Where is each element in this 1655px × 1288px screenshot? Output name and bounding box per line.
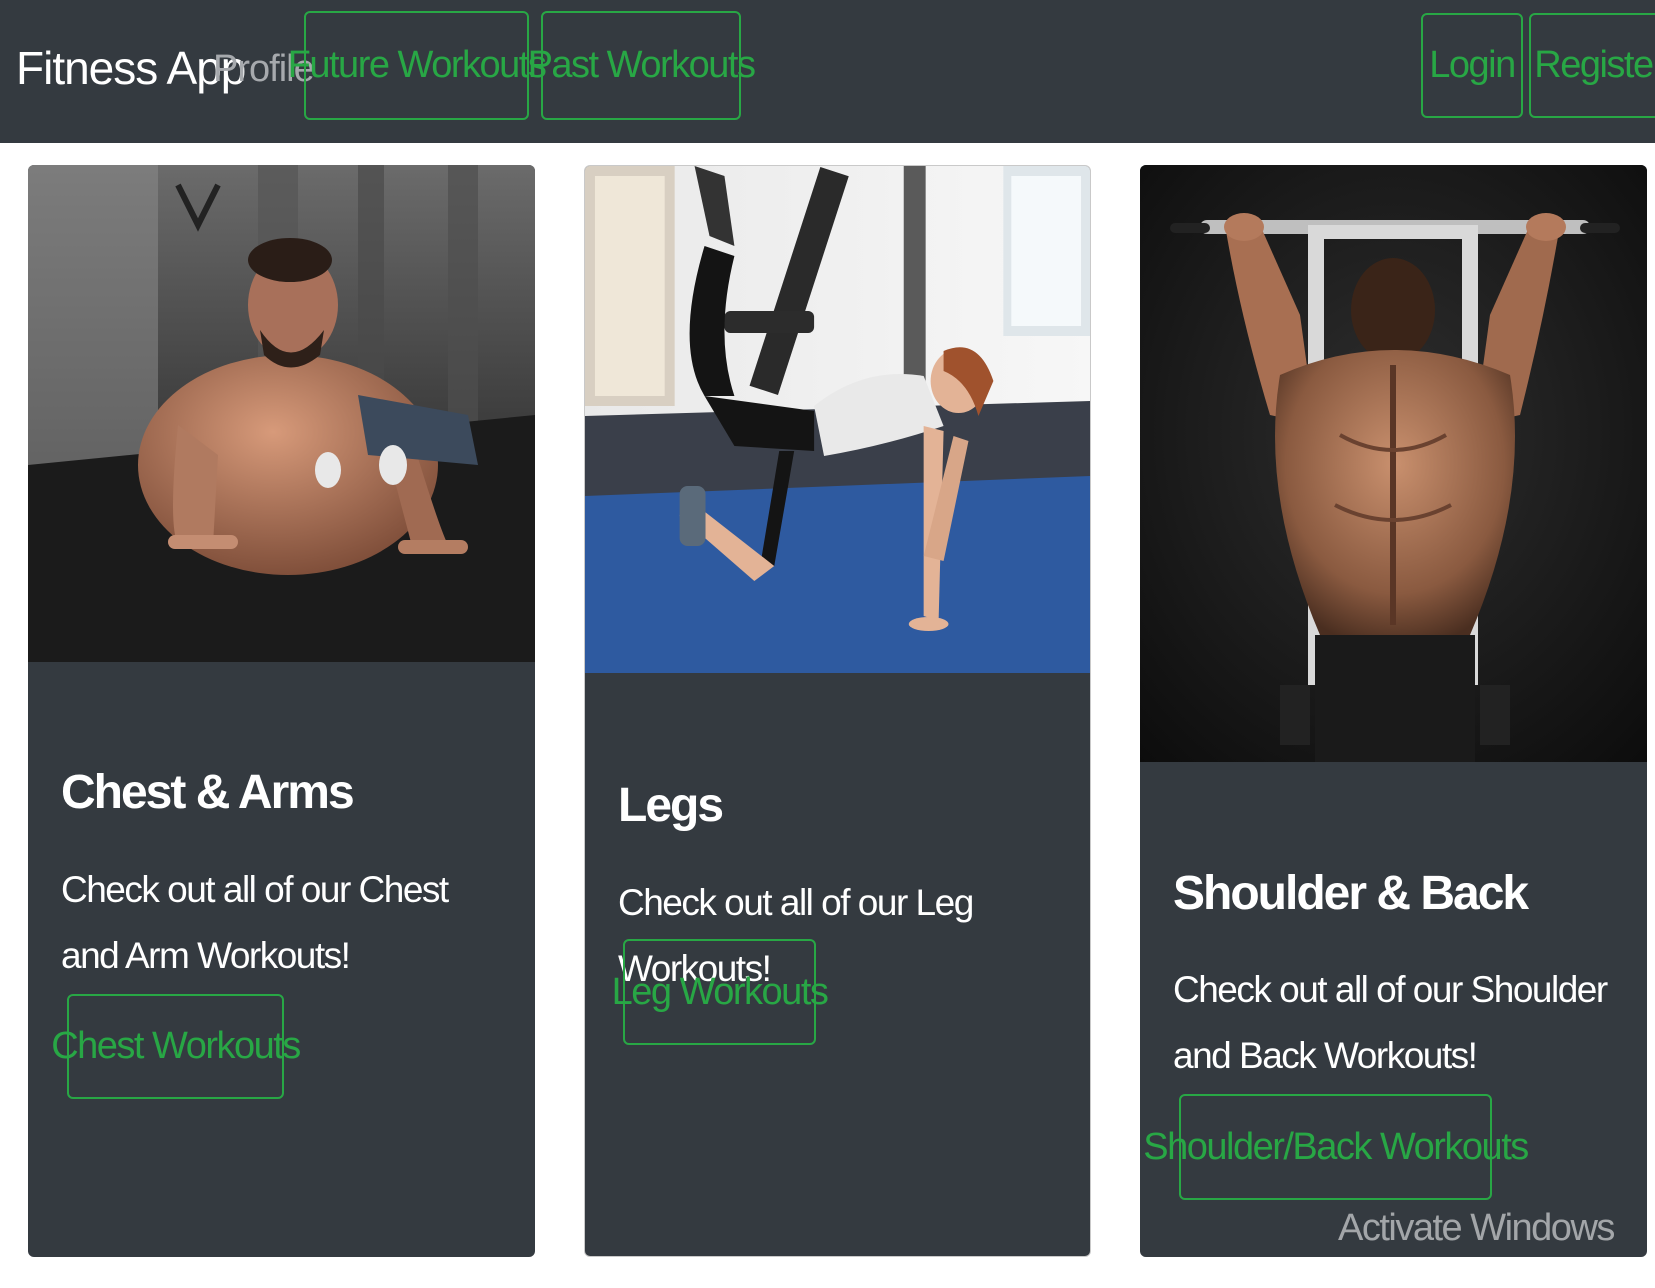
card-text: Check out all of our Chest and Arm Worko… [61,869,449,976]
login-button[interactable]: Login [1421,13,1523,118]
activate-windows-watermark: Activate Windows [1338,1207,1615,1249]
shoulder-back-workouts-button[interactable]: Shoulder/Back Workouts [1143,1094,1529,1200]
card-image-leg-exercise [585,166,1090,673]
future-workouts-button[interactable]: Future Workouts [288,11,547,120]
activate-windows-subtitle: Go to Settings to activate Windows. [1338,1259,1655,1286]
navbar: Fitness App Profile Future Workouts Past… [0,0,1655,143]
leg-exercise-photo [585,166,1090,673]
chest-workouts-button[interactable]: Chest Workouts [51,994,301,1099]
register-button[interactable]: Register [1529,13,1655,118]
card-legs: Legs Check out all of our Leg Workouts! … [584,165,1091,1257]
card-shoulder-back: Shoulder & Back Check out all of our Sho… [1140,165,1647,1257]
card-image-pull-up [1140,165,1647,762]
pull-up-photo [1140,165,1647,762]
card-title: Legs [618,778,724,832]
card-title: Chest & Arms [61,765,355,819]
push-up-photo [28,165,535,662]
card-chest-arms: Chest & Arms Check out all of our Chest … [28,165,535,1257]
card-text: Check out all of our Shoulder and Back W… [1173,969,1608,1076]
brand-link[interactable]: Fitness App [16,38,246,98]
card-title: Shoulder & Back [1173,866,1529,920]
leg-workouts-button[interactable]: Leg Workouts [612,939,829,1045]
card-image-push-up [28,165,535,662]
past-workouts-button[interactable]: Past Workouts [528,11,756,120]
